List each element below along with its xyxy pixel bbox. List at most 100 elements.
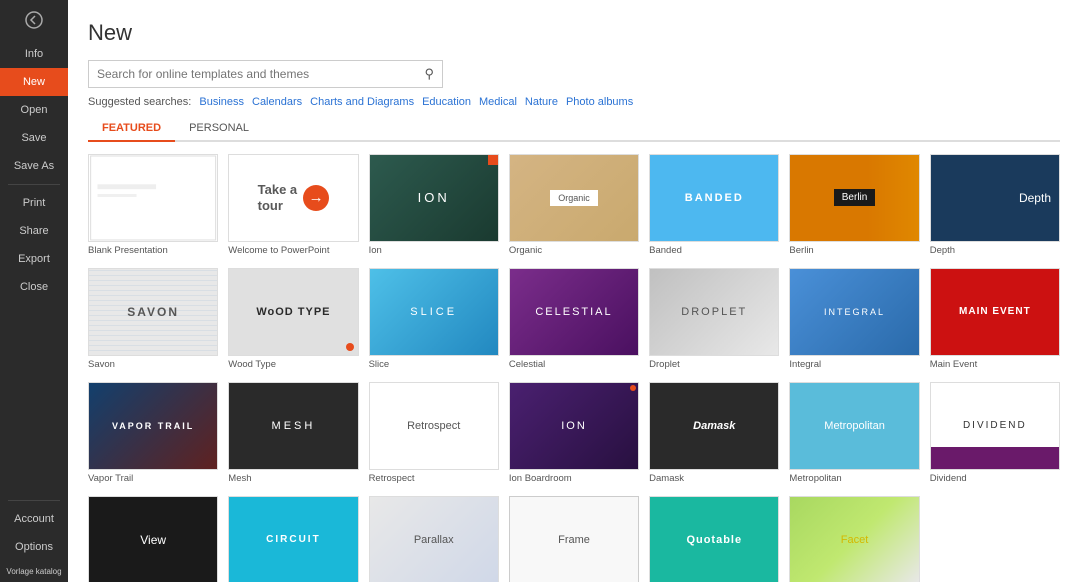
template-organic[interactable]: Organic Organic: [509, 154, 639, 256]
template-savon[interactable]: SAVON Savon: [88, 268, 218, 370]
tour-text-tour: tour: [258, 198, 298, 214]
template-blank[interactable]: Blank Presentation: [88, 154, 218, 256]
template-thumb-organic: Organic: [509, 154, 639, 242]
template-thumb-mainevent: MAIN EVENT: [930, 268, 1060, 356]
template-thumb-celestial: CELESTIAL: [509, 268, 639, 356]
template-depth[interactable]: Depth Depth: [930, 154, 1060, 256]
template-woodtype[interactable]: WoOD TYPE Wood Type: [228, 268, 358, 370]
ion-red-dot: [488, 155, 498, 165]
template-name-retrospect: Retrospect: [369, 473, 499, 484]
template-thumb-vaportrail: VAPOR TRAIL: [88, 382, 218, 470]
template-name-dividend: Dividend: [930, 473, 1060, 484]
celestial-text: CELESTIAL: [535, 306, 612, 318]
template-ionboard[interactable]: ION Ion Boardroom: [509, 382, 639, 484]
template-thumb-mesh: MESH: [228, 382, 358, 470]
sidebar-item-export[interactable]: Export: [0, 245, 68, 273]
template-name-blank: Blank Presentation: [88, 245, 218, 256]
suggested-nature[interactable]: Nature: [525, 96, 558, 108]
template-vaportrail[interactable]: VAPOR TRAIL Vapor Trail: [88, 382, 218, 484]
sidebar-item-new[interactable]: New: [0, 68, 68, 96]
template-thumb-retrospect: Retrospect: [369, 382, 499, 470]
template-name-organic: Organic: [509, 245, 639, 256]
template-parallax[interactable]: Parallax Parallax: [369, 496, 499, 582]
template-name-berlin: Berlin: [789, 245, 919, 256]
template-name-depth: Depth: [930, 245, 1060, 256]
template-thumb-metro: Metropolitan: [789, 382, 919, 470]
sidebar-item-options[interactable]: Options: [0, 533, 68, 561]
search-input[interactable]: [89, 62, 416, 86]
template-mainevent[interactable]: MAIN EVENT Main Event: [930, 268, 1060, 370]
template-name-droplet: Droplet: [649, 359, 779, 370]
ionboard-dot: [630, 385, 636, 391]
suggested-business[interactable]: Business: [199, 96, 244, 108]
templates-row-4: View View CIRCUIT Circuit Parallax Paral…: [88, 496, 1060, 582]
template-celestial[interactable]: CELESTIAL Celestial: [509, 268, 639, 370]
template-name-ion: Ion: [369, 245, 499, 256]
template-thumb-woodtype: WoOD TYPE: [228, 268, 358, 356]
template-damask[interactable]: Damask Damask: [649, 382, 779, 484]
sidebar-item-close[interactable]: Close: [0, 273, 68, 301]
tour-text-take: Take a: [258, 182, 298, 198]
tab-personal[interactable]: PERSONAL: [175, 118, 263, 142]
search-button[interactable]: ⚲: [416, 61, 442, 87]
dividend-text: DIVIDEND: [963, 420, 1027, 431]
vaportrail-text: VAPOR TRAIL: [112, 421, 194, 431]
template-retrospect[interactable]: Retrospect Retrospect: [369, 382, 499, 484]
template-name-take-tour: Welcome to PowerPoint: [228, 245, 358, 256]
sidebar-item-info[interactable]: Info: [0, 40, 68, 68]
template-thumb-circuit: CIRCUIT: [228, 496, 358, 582]
template-thumb-parallax: Parallax: [369, 496, 499, 582]
template-integral[interactable]: INTEGRAL Integral: [789, 268, 919, 370]
tour-circle: →: [303, 185, 329, 211]
template-circuit[interactable]: CIRCUIT Circuit: [228, 496, 358, 582]
sidebar-item-save[interactable]: Save: [0, 124, 68, 152]
template-banded[interactable]: BANDED Banded: [649, 154, 779, 256]
template-thumb-depth: Depth: [930, 154, 1060, 242]
templates-row-2: SAVON Savon WoOD TYPE Wood Type SLICE Sl…: [88, 268, 1060, 370]
search-bar: ⚲: [88, 60, 443, 88]
retrospect-text: Retrospect: [407, 420, 460, 432]
droplet-text: DROPLET: [681, 306, 747, 318]
sidebar: Info New Open Save Save As Print Share E…: [0, 0, 68, 582]
template-thumb-view: View: [88, 496, 218, 582]
sidebar-item-share[interactable]: Share: [0, 217, 68, 245]
suggested-row: Suggested searches: Business Calendars C…: [88, 96, 1060, 108]
template-thumb-facet: Facet: [789, 496, 919, 582]
template-slice[interactable]: SLICE Slice: [369, 268, 499, 370]
template-name-slice: Slice: [369, 359, 499, 370]
template-ion[interactable]: ION Ion: [369, 154, 499, 256]
template-take-tour[interactable]: Take a tour → Welcome to PowerPoint: [228, 154, 358, 256]
suggested-calendars[interactable]: Calendars: [252, 96, 302, 108]
template-thumb-droplet: DROPLET: [649, 268, 779, 356]
sidebar-item-vorlage[interactable]: Vorlage katalog: [0, 561, 68, 582]
suggested-charts[interactable]: Charts and Diagrams: [310, 96, 414, 108]
sidebar-item-save-as[interactable]: Save As: [0, 152, 68, 180]
template-view[interactable]: View View: [88, 496, 218, 582]
template-metro[interactable]: Metropolitan Metropolitan: [789, 382, 919, 484]
metro-text: Metropolitan: [824, 420, 885, 432]
template-thumb-blank: [88, 154, 218, 242]
template-name-mainevent: Main Event: [930, 359, 1060, 370]
suggested-education[interactable]: Education: [422, 96, 471, 108]
circuit-text: CIRCUIT: [266, 534, 321, 545]
sidebar-item-account[interactable]: Account: [0, 505, 68, 533]
quotable-text: Quotable: [686, 534, 742, 546]
sidebar-item-print[interactable]: Print: [0, 189, 68, 217]
template-mesh[interactable]: MESH Mesh: [228, 382, 358, 484]
template-quotable[interactable]: Quotable Quotable: [649, 496, 779, 582]
mainevent-text: MAIN EVENT: [959, 306, 1031, 317]
template-frame[interactable]: Frame Frame: [509, 496, 639, 582]
back-button[interactable]: [0, 0, 68, 40]
template-facet[interactable]: Facet Facet: [789, 496, 919, 582]
sidebar-item-open[interactable]: Open: [0, 96, 68, 124]
main-content: New ⚲ Suggested searches: Business Calen…: [68, 0, 1080, 582]
damask-text: Damask: [693, 420, 735, 432]
template-dividend[interactable]: DIVIDEND Dividend: [930, 382, 1060, 484]
suggested-label: Suggested searches:: [88, 96, 191, 108]
tab-featured[interactable]: FEATURED: [88, 118, 175, 142]
template-droplet[interactable]: DROPLET Droplet: [649, 268, 779, 370]
template-berlin[interactable]: Berlin Berlin: [789, 154, 919, 256]
integral-text: INTEGRAL: [824, 307, 885, 317]
suggested-photoalbums[interactable]: Photo albums: [566, 96, 633, 108]
suggested-medical[interactable]: Medical: [479, 96, 517, 108]
